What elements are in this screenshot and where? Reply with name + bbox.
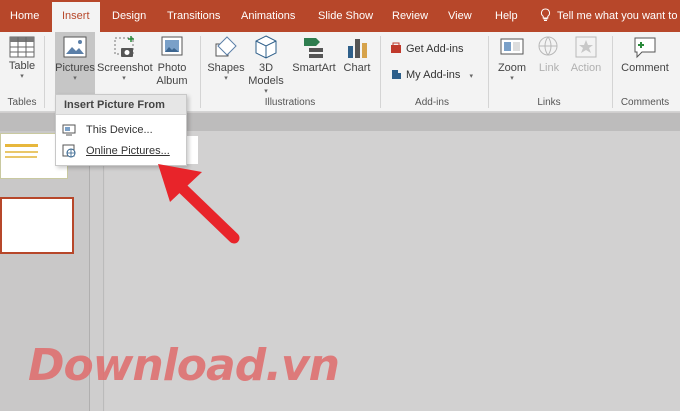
- group-separator: [380, 36, 381, 108]
- chevron-down-icon: ▾: [20, 73, 24, 80]
- tab-home[interactable]: Home: [10, 0, 39, 32]
- zoom-button[interactable]: Zoom ▾: [494, 34, 530, 83]
- chevron-down-icon: ▾: [469, 73, 473, 80]
- get-addins-label: Get Add-ins: [406, 43, 464, 55]
- tab-review[interactable]: Review: [392, 0, 428, 32]
- addin-icon: [392, 70, 401, 79]
- comment-button[interactable]: Comment: [618, 34, 672, 75]
- tab-transitions[interactable]: Transitions: [167, 0, 220, 32]
- 3d-models-button[interactable]: 3D Models ▾: [246, 34, 286, 96]
- photo-album-label-2: Album: [156, 75, 188, 87]
- group-label-links: Links: [537, 97, 561, 108]
- comment-icon: [634, 37, 656, 59]
- thumbnail-text-line: [5, 156, 37, 158]
- tab-slide-show[interactable]: Slide Show: [318, 0, 373, 32]
- my-addins-button[interactable]: My Add-ins ▾: [390, 66, 473, 84]
- group-separator: [200, 36, 201, 108]
- table-button[interactable]: Table ▾: [4, 34, 40, 81]
- comment-label: Comment: [621, 62, 669, 74]
- tell-me-text: Tell me what you want to: [557, 10, 678, 22]
- pictures-button[interactable]: Pictures ▾: [55, 32, 95, 94]
- chevron-down-icon: ▾: [224, 75, 228, 82]
- photo-album-button[interactable]: Photo Album: [152, 34, 192, 88]
- link-button[interactable]: Link: [532, 34, 566, 75]
- group-separator: [44, 36, 45, 108]
- smartart-button[interactable]: SmartArt: [290, 34, 338, 75]
- chevron-down-icon: ▾: [510, 75, 514, 82]
- pictures-label: Pictures: [55, 62, 95, 74]
- smartart-label: SmartArt: [292, 62, 336, 74]
- star-action-icon: [575, 36, 597, 58]
- tab-insert[interactable]: Insert: [52, 2, 100, 32]
- smartart-icon: [304, 38, 323, 58]
- tab-view[interactable]: View: [448, 0, 472, 32]
- chart-button[interactable]: Chart: [340, 34, 374, 75]
- shapes-label: Shapes: [207, 62, 245, 74]
- picture-icon: [63, 36, 87, 58]
- group-separator: [488, 36, 489, 108]
- shapes-icon: [215, 36, 237, 57]
- device-icon: [62, 124, 76, 136]
- table-icon: [9, 36, 35, 58]
- get-addins-button[interactable]: Get Add-ins: [390, 40, 463, 58]
- tab-animations[interactable]: Animations: [241, 0, 295, 32]
- photo-album-label-1: Photo: [157, 62, 187, 74]
- chevron-down-icon: ▾: [264, 88, 268, 95]
- zoom-icon: [500, 38, 524, 55]
- action-label: Action: [570, 62, 602, 74]
- ribbon-tab-bar: Home Insert Design Transitions Animation…: [0, 0, 680, 32]
- annotation-arrow-icon: [158, 164, 240, 244]
- bar-chart-icon: [348, 39, 367, 58]
- link-label: Link: [538, 62, 560, 74]
- group-separator: [612, 36, 613, 108]
- tab-help[interactable]: Help: [495, 0, 518, 32]
- tell-me-search[interactable]: Tell me what you want to: [540, 0, 677, 32]
- group-label-illustrations: Illustrations: [264, 97, 316, 108]
- screenshot-icon: [114, 36, 134, 57]
- online-picture-icon: [62, 144, 76, 158]
- this-device-menu-item[interactable]: This Device...: [56, 119, 186, 141]
- group-label-tables: Tables: [7, 97, 37, 108]
- dropdown-header: Insert Picture From: [56, 95, 186, 115]
- chart-label: Chart: [343, 62, 371, 74]
- table-label: Table: [8, 60, 36, 72]
- store-icon: [391, 42, 401, 53]
- screenshot-button[interactable]: Screenshot ▾: [97, 34, 153, 83]
- my-addins-label: My Add-ins: [406, 69, 461, 81]
- slide-thumbnail-2[interactable]: [0, 197, 74, 254]
- globe-link-icon: [538, 36, 558, 56]
- group-label-addins: Add-ins: [415, 97, 449, 108]
- 3d-models-label-2: Models: [248, 75, 284, 87]
- tab-design[interactable]: Design: [112, 0, 146, 32]
- chevron-down-icon: ▾: [122, 75, 126, 82]
- zoom-label: Zoom: [497, 62, 527, 74]
- action-button[interactable]: Action: [568, 34, 604, 75]
- screenshot-label: Screenshot: [97, 62, 153, 74]
- cube-icon: [255, 35, 277, 59]
- photo-album-icon: [161, 36, 183, 56]
- shapes-button[interactable]: Shapes ▾: [206, 34, 246, 83]
- chevron-down-icon: ▾: [73, 75, 77, 82]
- 3d-models-label-1: 3D: [258, 62, 274, 74]
- watermark: Download.vn: [28, 340, 340, 391]
- lightbulb-icon: [540, 8, 551, 21]
- this-device-label: This Device...: [86, 124, 153, 136]
- group-label-comments: Comments: [620, 97, 670, 108]
